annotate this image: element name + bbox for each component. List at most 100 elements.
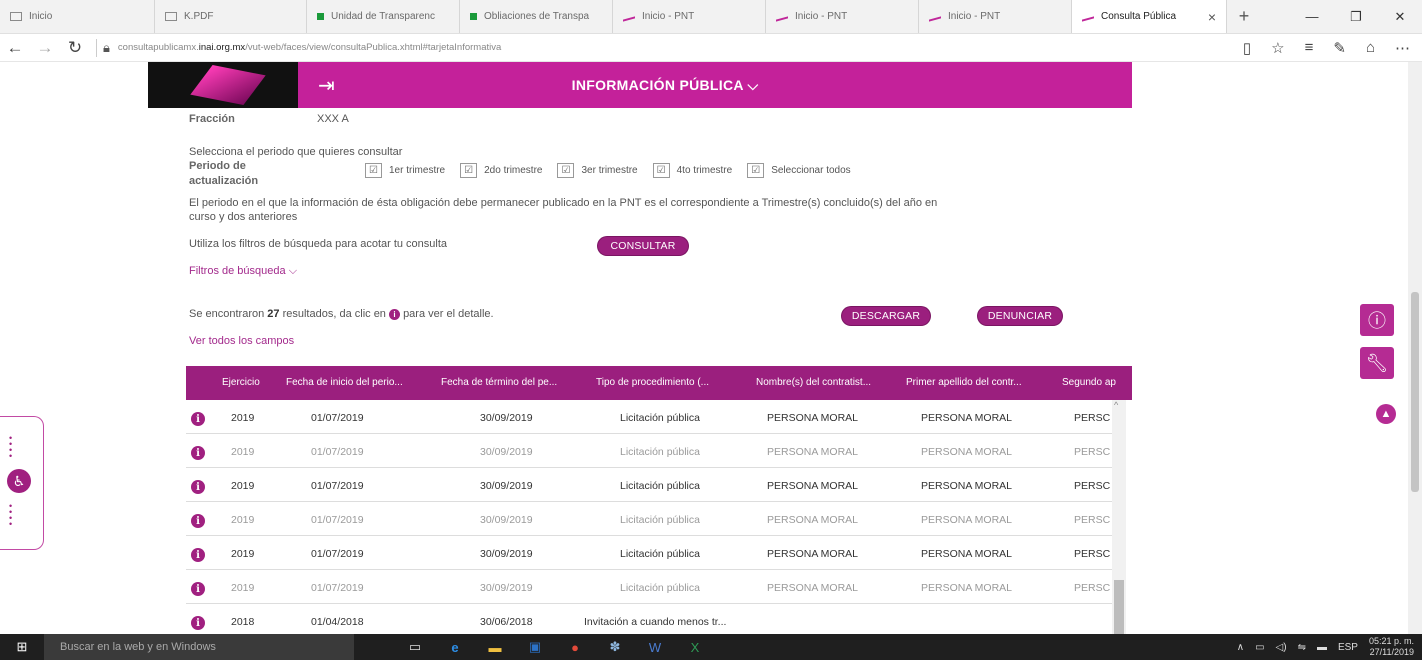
page-scrollbar[interactable] xyxy=(1408,62,1422,634)
header-menu-toggle[interactable]: INFORMACIÓN PÚBLICA ⌵ xyxy=(348,77,982,94)
file-explorer-icon[interactable]: ▬ xyxy=(479,634,511,660)
scrollbar-thumb[interactable] xyxy=(1411,292,1419,492)
language-indicator[interactable]: ESP xyxy=(1338,642,1358,653)
tab-inicio[interactable]: Inicio xyxy=(0,0,155,33)
forward-button[interactable]: → xyxy=(30,38,60,58)
column-header-fecha-inicio[interactable]: Fecha de inicio del perio... xyxy=(286,377,403,388)
chevron-up-icon[interactable]: ∧ xyxy=(1237,642,1244,653)
maximize-button[interactable]: ❐ xyxy=(1334,0,1378,33)
language-switch-icon[interactable]: ⇋ xyxy=(1298,642,1306,653)
info-icon[interactable]: i xyxy=(191,480,205,494)
tab-inicio-pnt-1[interactable]: Inicio - PNT xyxy=(613,0,766,33)
periodo-note: El periodo en el que la información de é… xyxy=(189,197,938,209)
checkbox-3er-trimestre[interactable]: ☑ xyxy=(557,163,575,178)
column-header-primer-apellido[interactable]: Primer apellido del contr... xyxy=(906,377,1022,388)
dots-icon: • • • • xyxy=(9,433,13,461)
periodo-note-line2: curso y dos anteriores xyxy=(189,211,298,223)
accessibility-icon[interactable]: ♿︎ xyxy=(7,469,31,493)
scroll-to-top-button[interactable]: ▲ xyxy=(1376,404,1396,424)
table-row: i 2019 01/07/2019 30/09/2019 Licitación … xyxy=(186,400,1112,434)
info-icon[interactable]: i xyxy=(191,548,205,562)
info-icon[interactable]: i xyxy=(191,412,205,426)
minimize-button[interactable]: — xyxy=(1290,0,1334,33)
volume-icon[interactable]: ◁) xyxy=(1276,642,1287,653)
tab-inicio-pnt-2[interactable]: Inicio - PNT xyxy=(766,0,919,33)
checkbox-4to-trimestre[interactable]: ☑ xyxy=(652,163,670,178)
tab-obligaciones[interactable]: Obliaciones de Transpa xyxy=(460,0,613,33)
tab-inicio-pnt-3[interactable]: Inicio - PNT xyxy=(919,0,1072,33)
new-tab-button[interactable]: + xyxy=(1227,0,1261,33)
notifications-icon[interactable]: ▬ xyxy=(1317,642,1327,653)
label-seleccionar-todos: Seleccionar todos xyxy=(771,165,851,176)
tab-consulta-publica[interactable]: Consulta Pública × xyxy=(1072,0,1227,33)
scroll-up-icon[interactable]: ^ xyxy=(1114,400,1118,410)
alert-button[interactable]: ⓘ xyxy=(1360,304,1394,336)
word-icon[interactable]: W xyxy=(639,634,671,660)
share-icon[interactable]: ⌂ xyxy=(1366,39,1375,57)
task-view-icon[interactable]: ▭ xyxy=(399,634,431,660)
outlook-icon[interactable]: ▣ xyxy=(519,634,551,660)
wrench-icon: 🔧︎ xyxy=(1365,352,1389,373)
tools-button[interactable]: 🔧︎ xyxy=(1360,347,1394,379)
hub-icon[interactable]: ≡ xyxy=(1305,39,1314,57)
info-icon[interactable]: i xyxy=(191,616,205,630)
ver-todos-campos-link[interactable]: Ver todos los campos xyxy=(189,335,294,347)
tab-unidad-transparencia[interactable]: Unidad de Transparenc xyxy=(307,0,460,33)
fraccion-value: XXX A xyxy=(317,113,349,125)
column-header-tipo-procedimiento[interactable]: Tipo de procedimiento (... xyxy=(596,377,709,388)
pnt-icon xyxy=(623,11,635,22)
close-tab-icon[interactable]: × xyxy=(1208,9,1216,25)
filtros-hint: Utiliza los filtros de búsqueda para aco… xyxy=(189,238,448,250)
pnt-logo xyxy=(148,62,298,108)
checkbox-2do-trimestre[interactable]: ☑ xyxy=(460,163,478,178)
green-square-icon xyxy=(470,13,477,20)
windows-start-icon[interactable]: ⊞ xyxy=(0,639,44,655)
denunciar-button[interactable]: DENUNCIAR xyxy=(978,307,1062,325)
consultar-button[interactable]: CONSULTAR xyxy=(598,237,688,255)
accessibility-panel-tab[interactable]: • • • • ♿︎ • • • • xyxy=(0,416,44,550)
table-row: i 2019 01/07/2019 30/09/2019 Licitación … xyxy=(186,536,1112,570)
column-header-nombre-contratista[interactable]: Nombre(s) del contratist... xyxy=(756,377,871,388)
clock[interactable]: 05:21 p. m. 27/11/2019 xyxy=(1369,636,1414,658)
periodo-prompt: Selecciona el periodo que quieres consul… xyxy=(189,146,403,158)
page-icon xyxy=(165,12,177,21)
excel-icon[interactable]: X xyxy=(679,634,711,660)
alert-icon: ⓘ xyxy=(1368,311,1386,331)
checkbox-1er-trimestre[interactable]: ☑ xyxy=(365,163,382,178)
login-icon[interactable]: ⇥ xyxy=(318,73,348,97)
tab-kpdf[interactable]: K.PDF xyxy=(155,0,307,33)
column-header-fecha-termino[interactable]: Fecha de término del pe... xyxy=(441,377,557,388)
close-window-button[interactable]: ✕ xyxy=(1378,0,1422,33)
periodo-checkboxes: ☑ 1er trimestre ☑ 2do trimestre ☑ 3er tr… xyxy=(357,163,851,178)
network-icon[interactable]: ▭ xyxy=(1255,642,1264,653)
chrome-icon[interactable]: ● xyxy=(559,634,591,660)
chevron-down-icon: ⌵ xyxy=(747,76,759,93)
column-header-segundo-apellido[interactable]: Segundo ap xyxy=(1062,377,1116,388)
column-header-ejercicio[interactable]: Ejercicio xyxy=(222,377,260,388)
info-icon[interactable]: i xyxy=(191,446,205,460)
table-scrollbar[interactable]: ^ xyxy=(1112,400,1126,634)
back-button[interactable]: ← xyxy=(0,38,30,58)
paint-icon[interactable]: ✽ xyxy=(599,634,631,660)
descargar-button[interactable]: DESCARGAR xyxy=(842,307,930,325)
pnt-icon xyxy=(776,11,788,22)
more-icon[interactable]: ⋯ xyxy=(1395,39,1410,57)
scrollbar-thumb[interactable] xyxy=(1114,580,1124,634)
edge-icon[interactable]: e xyxy=(439,634,471,660)
reading-view-icon[interactable]: ▯ xyxy=(1243,39,1251,57)
dots-icon: • • • • xyxy=(9,501,13,529)
table-row: i 2019 01/07/2019 30/09/2019 Licitación … xyxy=(186,502,1112,536)
results-summary: Se encontraron 27 resultados, da clic en… xyxy=(189,308,494,320)
web-note-icon[interactable]: ✎ xyxy=(1333,39,1346,57)
info-icon[interactable]: i xyxy=(191,582,205,596)
site-header: ⇥ INFORMACIÓN PÚBLICA ⌵ xyxy=(148,62,1132,108)
filtros-toggle[interactable]: Filtros de búsqueda ⌵ xyxy=(189,265,297,278)
refresh-button[interactable]: ↻ xyxy=(60,38,90,58)
favorite-star-icon[interactable]: ☆ xyxy=(1271,39,1284,57)
lock-icon: 🔒︎ xyxy=(103,39,110,55)
results-table-header: Ejercicio Fecha de inicio del perio... F… xyxy=(186,366,1132,400)
taskbar-search-box[interactable]: Buscar en la web y en Windows xyxy=(44,634,354,660)
checkbox-seleccionar-todos[interactable]: ☑ xyxy=(747,163,765,178)
url-field[interactable]: consultapublicamx.inai.org.mx/vut-web/fa… xyxy=(118,42,1243,53)
info-icon[interactable]: i xyxy=(191,514,205,528)
